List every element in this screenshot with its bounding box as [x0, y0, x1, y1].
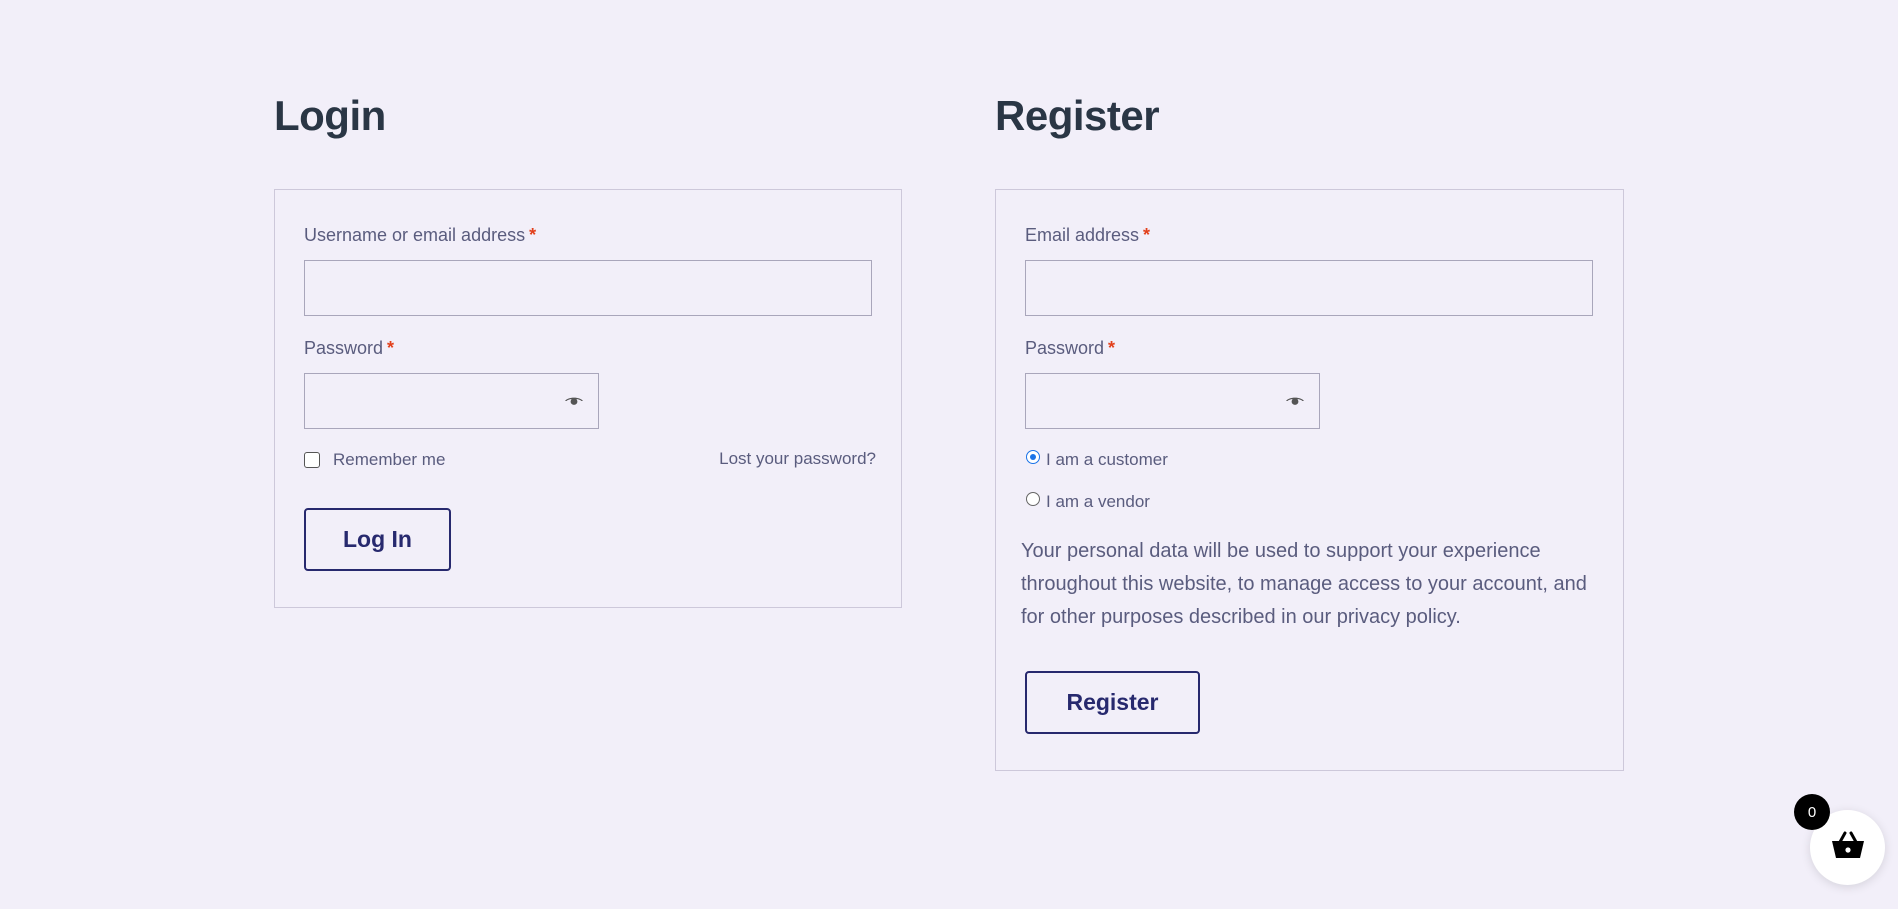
- lost-password-link[interactable]: Lost your password?: [719, 449, 876, 469]
- email-input[interactable]: [1025, 260, 1593, 316]
- show-password-eye-icon[interactable]: [563, 394, 585, 408]
- privacy-notice: Your personal data will be used to suppo…: [1021, 535, 1601, 634]
- cart-count-badge: 0: [1794, 794, 1830, 830]
- email-label-text: Email address: [1025, 225, 1140, 245]
- username-label-text: Username or email address: [304, 225, 526, 245]
- required-mark: *: [1143, 225, 1151, 245]
- required-mark: *: [1108, 338, 1116, 358]
- customer-radio-label[interactable]: I am a customer: [1046, 450, 1168, 470]
- register-form: Email address * Password * I am a customer…: [995, 189, 1624, 771]
- register-password-input[interactable]: [1025, 373, 1320, 429]
- customer-radio[interactable]: [1026, 450, 1040, 464]
- privacy-end: .: [1455, 606, 1461, 628]
- required-mark: *: [387, 338, 395, 358]
- login-title: Login: [274, 92, 386, 139]
- register-password-label-text: Password: [1025, 338, 1105, 358]
- show-password-eye-icon[interactable]: [1284, 394, 1306, 408]
- vendor-radio-label[interactable]: I am a vendor: [1046, 492, 1150, 512]
- register-title: Register: [995, 92, 1160, 139]
- register-button[interactable]: Register: [1025, 671, 1200, 734]
- remember-me-checkbox[interactable]: [304, 452, 320, 468]
- login-password-label-text: Password: [304, 338, 384, 358]
- login-password-input[interactable]: [304, 373, 599, 429]
- register-password-label: Password *: [1025, 338, 1115, 359]
- required-mark: *: [529, 225, 537, 245]
- login-password-label: Password *: [304, 338, 394, 359]
- login-button[interactable]: Log In: [304, 508, 451, 571]
- username-label: Username or email address *: [304, 225, 536, 246]
- basket-icon: [1831, 830, 1865, 865]
- login-form: Username or email address * Password * Rem…: [274, 189, 902, 608]
- privacy-policy-link[interactable]: privacy policy: [1337, 606, 1456, 628]
- remember-me-label[interactable]: Remember me: [333, 450, 445, 470]
- username-input[interactable]: [304, 260, 872, 316]
- vendor-radio[interactable]: [1026, 492, 1040, 506]
- email-label: Email address *: [1025, 225, 1150, 246]
- privacy-text: Your personal data will be used to suppo…: [1021, 540, 1587, 628]
